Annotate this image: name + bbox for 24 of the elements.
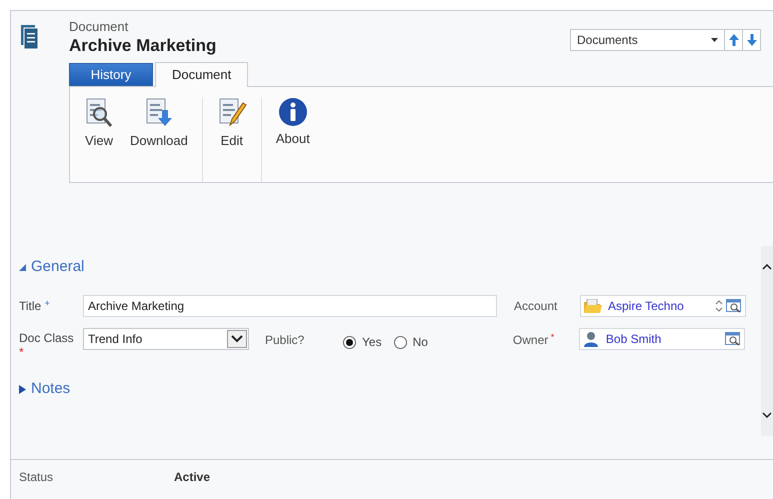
title-field[interactable]: Archive Marketing xyxy=(83,295,497,317)
radio-option[interactable]: No xyxy=(394,333,428,351)
entity-type: Document xyxy=(69,19,130,35)
section-header[interactable]: General xyxy=(19,256,753,278)
ribbon-button[interactable]: Edit xyxy=(208,97,255,153)
status-value: Active xyxy=(174,469,210,486)
field-label: Doc Class * xyxy=(19,330,75,359)
record-title: Archive Marketing xyxy=(69,35,216,57)
ribbon-button[interactable]: View xyxy=(76,97,122,153)
ribbon-tab[interactable]: History xyxy=(69,63,153,86)
radio-option[interactable]: Yes xyxy=(343,333,382,351)
ribbon-button[interactable]: Download xyxy=(122,97,196,153)
owner-lookup-field[interactable]: Bob Smith xyxy=(578,328,745,350)
ribbon-tab[interactable]: Document xyxy=(155,62,248,87)
field-label: Owner $^{*}$ xyxy=(512,330,556,349)
account-lookup-field[interactable]: Aspire Techno xyxy=(580,295,746,317)
field-label: Public? xyxy=(265,332,306,349)
field-label: Title $^{+}$ xyxy=(19,297,51,315)
ribbon-button[interactable]: About xyxy=(268,97,318,153)
section-header[interactable]: Notes xyxy=(19,378,70,400)
status-label: Status xyxy=(19,469,54,486)
doc-class-dropdown[interactable]: Trend Info xyxy=(83,328,249,350)
navigator-dropdown[interactable]: Documents xyxy=(570,29,725,51)
field-label: Account xyxy=(514,298,558,315)
